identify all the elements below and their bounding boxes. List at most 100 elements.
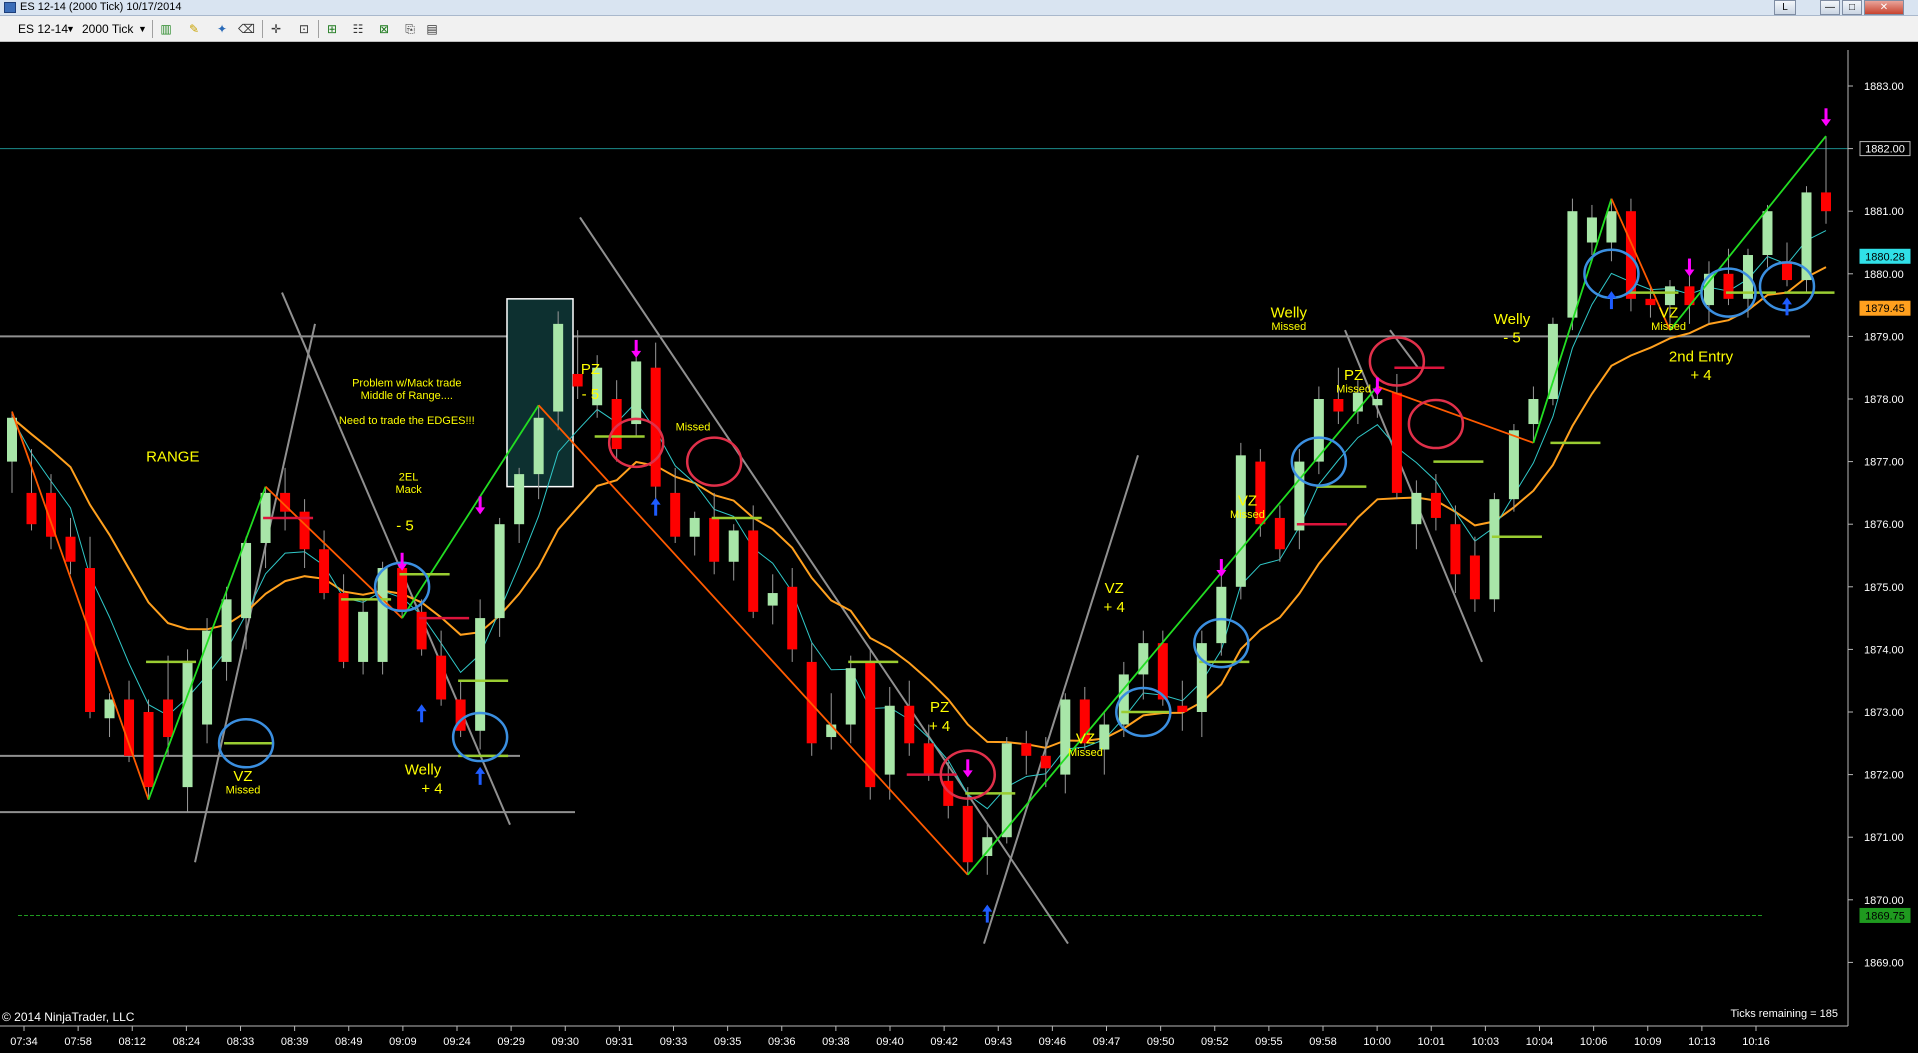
strategies-icon[interactable]: ⎘ [402,21,418,37]
zigzag-up-line [967,385,1379,876]
properties-icon[interactable]: ☷ [350,21,366,37]
close-icon[interactable]: ✕ [1864,0,1904,15]
y-tick-label: 1875.00 [1864,582,1904,594]
zoom-icon[interactable]: ⊡ [296,21,312,37]
buy-arrow-icon-head [982,904,993,912]
down-candle [1469,555,1480,600]
sell-arrow-icon-head [1684,269,1695,277]
down-candle [923,743,934,775]
price-marker-label: 1879.45 [1865,303,1905,315]
down-candle [124,699,135,756]
magic-wand-icon[interactable]: ✦ [214,21,230,37]
up-candle [1586,217,1597,243]
y-tick-label: 1871.00 [1864,832,1904,844]
x-tick-label: 09:58 [1309,1036,1337,1048]
chart-annotation: Missed [1336,384,1371,396]
up-candle [1235,455,1246,587]
toolbar-divider [152,20,153,38]
price-marker-label: 1880.28 [1865,251,1905,263]
down-candle [85,568,96,712]
toolbar-divider [262,20,263,38]
chart-annotation: PZ [1344,367,1363,384]
chart-annotation: Welly [1494,311,1531,328]
chart-annotation: Problem w/Mack trade [352,377,461,389]
x-tick-label: 10:13 [1688,1036,1716,1048]
window-title: ES 12-14 (2000 Tick) 10/17/2014 [20,1,182,13]
chart-annotation: 2nd Entry [1669,348,1734,365]
chart-annotation: - 5 [1503,330,1521,347]
down-candle [787,586,798,650]
chevron-down-icon[interactable]: ▼ [138,20,147,38]
up-candle [1294,461,1305,531]
crosshair-icon[interactable]: ✛ [268,21,284,37]
pencil-draw-icon[interactable]: ✎ [186,21,202,37]
down-candle [1274,517,1285,550]
buy-arrow-icon-head [1606,291,1617,299]
x-tick-label: 10:06 [1580,1036,1608,1048]
order-icon[interactable]: ⊞ [324,21,340,37]
chevron-down-icon[interactable]: ▼ [66,20,75,38]
chart-annotation: PZ [581,361,600,378]
y-tick-label: 1872.00 [1864,770,1904,782]
eraser-icon[interactable]: ⌫ [238,21,255,37]
y-tick-label: 1883.00 [1864,81,1904,93]
buy-arrow-icon-head [1781,297,1792,305]
down-candle [338,593,349,662]
up-candle [1372,399,1383,406]
down-candle [670,492,681,537]
down-candle [143,712,154,788]
instrument-selector[interactable]: ES 12-14 [18,20,68,38]
chart-annotation: - 5 [396,517,414,534]
chart-annotation: Missed [1068,747,1103,759]
restore-icon[interactable]: — [1820,0,1840,15]
x-tick-label: 10:00 [1363,1036,1391,1048]
down-candle [319,549,330,594]
price-chart[interactable]: RANGE Problem w/Mack tradeMiddle of Range… [0,42,1918,1053]
interval-selector[interactable]: 2000 Tick [82,20,133,38]
x-tick-label: 10:04 [1526,1036,1554,1048]
down-candle [1450,524,1461,575]
x-tick-label: 09:50 [1147,1036,1175,1048]
price-marker-label: 1869.75 [1865,910,1905,922]
bar-type-icon[interactable]: ▥ [158,21,174,37]
y-tick-label: 1876.00 [1864,519,1904,531]
down-candle [1645,298,1656,306]
buy-arrow-icon-head [475,766,486,774]
x-tick-label: 08:24 [173,1036,201,1048]
up-candle [689,517,700,537]
chart-toolbar: ES 12-14 ▼ 2000 Tick ▼ ▥ ✎ ✦ ⌫ ✛ ⊡ ⊞ ☷ ⊠… [0,16,1918,42]
x-tick-label: 09:38 [822,1036,850,1048]
x-tick-label: 10:16 [1742,1036,1770,1048]
x-tick-label: 09:24 [443,1036,471,1048]
up-candle [7,417,17,462]
indicators-icon[interactable]: ⊠ [376,21,392,37]
down-candle [1177,705,1188,712]
trend-line [194,323,316,863]
chart-annotation: 2EL [399,471,419,483]
down-candle [1781,261,1792,281]
minimize-icon[interactable]: L [1774,0,1796,15]
up-candle [1664,286,1675,306]
up-candle [1508,430,1519,500]
y-tick-label: 1869.00 [1864,957,1904,969]
down-candle [1391,392,1402,493]
maximize-icon[interactable]: □ [1842,0,1862,15]
up-candle [631,361,642,425]
down-candle [65,536,76,562]
entry-circle-red [685,436,743,487]
window-list-icon[interactable]: ▤ [424,21,440,37]
x-tick-label: 09:52 [1201,1036,1229,1048]
chart-annotation: Middle of Range.... [361,390,453,402]
x-tick-label: 09:33 [660,1036,688,1048]
chart-annotation: VZ [1238,492,1257,509]
down-candle [1333,399,1344,412]
x-tick-label: 09:09 [389,1036,417,1048]
down-candle [1040,755,1051,769]
zigzag-up-line [147,486,267,800]
price-marker-label: 1882.00 [1865,144,1905,156]
sell-arrow-icon-head [962,770,973,778]
toolbar-divider [318,20,319,38]
buy-arrow-icon-head [650,497,661,505]
x-tick-label: 08:39 [281,1036,309,1048]
y-tick-label: 1874.00 [1864,644,1904,656]
